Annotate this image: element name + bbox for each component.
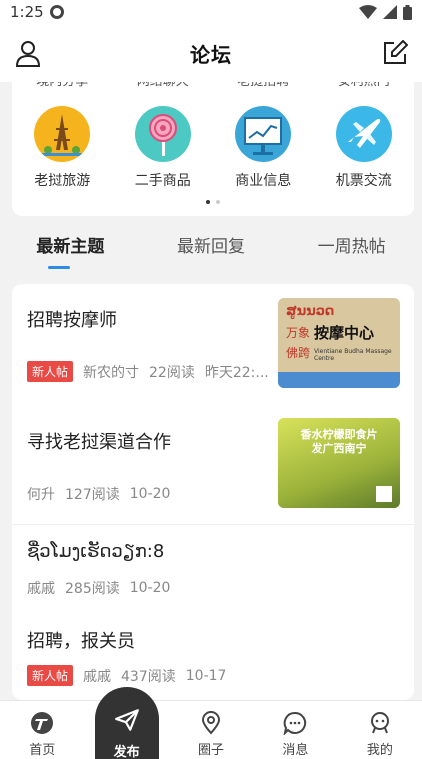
nav-home[interactable]: 首页 — [0, 701, 84, 759]
list-item[interactable]: ຊື່ວໂມງເຮັດວຽກ:8 戚戚 285阅读 10-20 — [12, 525, 414, 613]
status-bar: 1:25 — [0, 0, 422, 24]
nav-label: 消息 — [282, 743, 309, 758]
category-card: 境内分享 网络聊天 老挝招聘 安利热门 老挝旅游 — [12, 82, 414, 216]
thumb-text: ສູນນວດ — [286, 304, 335, 319]
category-partial-item[interactable]: 老挝招聘 — [213, 82, 314, 90]
eiffel-tower-icon — [34, 106, 91, 162]
thumb-text: 发广西南宁 — [311, 442, 367, 455]
nav-label: 圈子 — [198, 743, 225, 758]
list-item[interactable]: 招聘，报关员 新人帖 戚戚 437阅读 10-17 — [12, 613, 414, 700]
wifi-icon — [359, 5, 377, 19]
post-title: ຊື່ວໂມງເຮັດວຽກ:8 — [27, 541, 165, 562]
thumb-text: 按摩中心 — [314, 324, 375, 342]
carousel-dot — [216, 200, 220, 204]
profile-icon — [370, 712, 389, 734]
post-meta: 新人帖 戚戚 437阅读 10-17 — [27, 665, 236, 686]
list-item[interactable]: 寻找老挝渠道合作 何升 127阅读 10-20 香水柠檬即食片 发广西南宁 — [12, 402, 414, 524]
post-time: 10-17 — [185, 667, 227, 684]
category-partial-item[interactable]: 网络聊天 — [113, 82, 214, 90]
category-label: 机票交流 — [335, 173, 392, 189]
category-label: 老挝旅游 — [34, 173, 91, 189]
post-title: 招聘，报关员 — [27, 631, 135, 652]
thumb-text: 万象 — [286, 326, 311, 340]
category-label: 二手商品 — [134, 173, 191, 189]
post-reads: 22阅读 — [149, 364, 195, 381]
user-profile-icon[interactable] — [14, 39, 42, 67]
carousel-indicator — [206, 200, 220, 204]
nav-label: 我的 — [366, 743, 393, 758]
post-meta: 新人帖 新农的寸 22阅读 昨天22:... — [27, 361, 279, 382]
nav-publish[interactable]: 发布 — [84, 687, 168, 759]
app-bar: 论坛 — [0, 24, 422, 82]
post-author: 新农的寸 — [83, 364, 140, 381]
post-title: 寻找老挝渠道合作 — [27, 432, 171, 453]
post-meta: 戚戚 285阅读 10-20 — [27, 578, 180, 598]
page-title: 论坛 — [190, 42, 232, 67]
post-thumbnail: ສູນນວດ 万象 按摩中心 佛跨 Vientiane Budha Massag… — [278, 298, 400, 388]
settings-gear-icon — [49, 5, 64, 19]
chart-board-icon — [235, 106, 292, 162]
chat-bubble-icon — [284, 711, 307, 735]
new-user-badge: 新人帖 — [27, 665, 74, 686]
thumb-text: Vientiane Budha Massage Centre — [314, 348, 392, 362]
post-tabs: 最新主题 最新回复 一周热帖 — [0, 216, 422, 280]
category-flight-tickets[interactable]: 机票交流 — [314, 106, 415, 190]
location-pin-icon — [202, 711, 221, 735]
tab-latest-replies[interactable]: 最新回复 — [141, 216, 282, 280]
category-partial-item[interactable]: 境内分享 — [12, 82, 113, 90]
signal-icon — [383, 5, 397, 19]
post-reads: 127阅读 — [65, 487, 120, 503]
nav-messages[interactable]: 消息 — [253, 701, 337, 759]
category-partial-item[interactable]: 安利热门 — [314, 82, 415, 90]
bottom-nav: 首页 发布 圈子 消息 我的 — [0, 687, 422, 759]
post-time: 昨天22:... — [204, 364, 269, 381]
post-author: 戚戚 — [83, 668, 112, 685]
category-label: 商业信息 — [235, 173, 292, 189]
post-thumbnail: 香水柠檬即食片 发广西南宁 — [278, 418, 400, 508]
nav-circles[interactable]: 圈子 — [169, 701, 253, 759]
post-reads: 437阅读 — [121, 668, 176, 685]
lollipop-icon — [134, 106, 191, 162]
nav-label: 发布 — [113, 745, 140, 759]
carousel-dot-active — [206, 200, 210, 204]
qr-code-icon — [376, 486, 392, 502]
post-reads: 285阅读 — [65, 581, 120, 597]
category-secondhand[interactable]: 二手商品 — [113, 106, 214, 190]
post-author: 何升 — [27, 487, 55, 503]
nav-label: 首页 — [29, 743, 56, 758]
category-row-partial: 境内分享 网络聊天 老挝招聘 安利热门 — [12, 82, 414, 90]
post-time: 10-20 — [129, 486, 171, 502]
compose-icon[interactable] — [382, 40, 408, 66]
airplane-icon — [335, 106, 392, 162]
home-logo-icon — [31, 712, 54, 734]
post-title: 招聘按摩师 — [27, 310, 117, 331]
post-time: 10-20 — [129, 580, 171, 596]
tab-latest-topics[interactable]: 最新主题 — [0, 216, 141, 280]
new-user-badge: 新人帖 — [27, 361, 74, 382]
battery-icon — [403, 4, 412, 20]
thumb-text: 佛跨 — [286, 346, 311, 360]
list-item[interactable]: 招聘按摩师 新人帖 新农的寸 22阅读 昨天22:... ສູນນວດ 万象 按… — [12, 284, 414, 402]
nav-profile[interactable]: 我的 — [338, 701, 422, 759]
post-author: 戚戚 — [27, 581, 55, 597]
post-meta: 何升 127阅读 10-20 — [27, 484, 180, 504]
category-business-info[interactable]: 商业信息 — [213, 106, 314, 190]
status-time: 1:25 — [10, 3, 44, 21]
tab-weekly-hot[interactable]: 一周热帖 — [281, 216, 422, 280]
post-list: 招聘按摩师 新人帖 新农的寸 22阅读 昨天22:... ສູນນວດ 万象 按… — [12, 284, 414, 700]
category-laos-travel[interactable]: 老挝旅游 — [12, 106, 113, 190]
send-icon — [114, 709, 139, 731]
